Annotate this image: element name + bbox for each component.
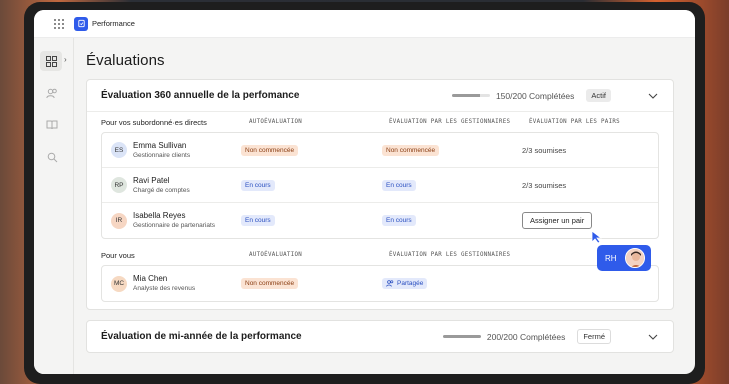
progress-bar — [451, 94, 490, 97]
person-role: Analyste des revenus — [133, 285, 196, 292]
shared-label: Partagée — [397, 280, 424, 287]
performance-logo-icon — [74, 16, 88, 31]
status-pill-managers: En cours — [382, 215, 416, 226]
collaborator-initials: RH — [605, 253, 617, 263]
status-pill-managers: En cours — [382, 179, 416, 191]
avatar: IR — [111, 212, 127, 229]
column-header-self: AUTOÉVALUATION — [249, 119, 303, 125]
person-role: Gestionnaire clients — [133, 151, 191, 159]
person-info: Emma Sullivan Gestionnaire clients — [133, 140, 250, 161]
review-card-header[interactable]: Évaluation de mi-année de la performance… — [87, 321, 673, 352]
avatar: MC — [111, 275, 127, 292]
sidebar: › — [34, 38, 74, 374]
people-icon — [386, 280, 394, 287]
column-header-self: AUTOÉVALUATION — [249, 252, 303, 258]
collaborator-tag: RH — [597, 245, 651, 271]
avatar: RP — [111, 177, 127, 193]
app-screen: Performance › Évaluations Évaluation 360… — [34, 10, 695, 374]
peer-status-text: 2/3 soumises — [522, 145, 567, 155]
page-title: Évaluations — [86, 52, 165, 69]
person-name: Emma Sullivan — [133, 140, 187, 150]
section-label: Pour vos subordonné·es directs — [101, 117, 207, 127]
person-info: Isabella Reyes Gestionnaire de partenari… — [133, 210, 250, 231]
progress-text: 200/200 Complétées — [486, 331, 566, 342]
table-row[interactable]: ES Emma Sullivan Gestionnaire clients No… — [102, 133, 658, 168]
top-bar: Performance — [34, 10, 695, 38]
table-row[interactable]: RP Ravi Patel Chargé de comptes En cours… — [102, 168, 658, 203]
app-name: Performance — [92, 19, 135, 28]
status-pill-self: Non commencée — [241, 144, 299, 156]
person-name: Isabella Reyes — [133, 211, 186, 220]
sidebar-expand-chevron-icon[interactable]: › — [64, 55, 67, 64]
review-title: Évaluation de mi-année de la performance — [101, 331, 302, 342]
cursor-pointer-icon — [591, 230, 603, 244]
review-card-header[interactable]: Évaluation 360 annuelle de la perfomance… — [87, 80, 673, 112]
completion-progress: 150/200 Complétées — [451, 90, 575, 101]
review-card-midyear: Évaluation de mi-année de la performance… — [86, 320, 674, 353]
people-icon[interactable] — [44, 85, 60, 101]
person-name: Ravi Patel — [133, 175, 170, 185]
self-table: MC Mia Chen Analyste des revenus Non com… — [101, 265, 659, 302]
column-header-peers: ÉVALUATION PAR LES PAIRS — [529, 119, 620, 125]
status-badge: Actif — [586, 89, 611, 102]
search-icon[interactable] — [44, 149, 60, 165]
section-header-you: Pour vous AUTOÉVALUATION ÉVALUATION PAR … — [87, 245, 673, 265]
reports-table: ES Emma Sullivan Gestionnaire clients No… — [101, 132, 659, 239]
progress-text: 150/200 Complétées — [495, 90, 575, 101]
avatar: ES — [111, 142, 127, 158]
review-title: Évaluation 360 annuelle de la perfomance — [101, 90, 300, 101]
device-frame: Performance › Évaluations Évaluation 360… — [24, 2, 705, 384]
status-pill-managers: Partagée — [382, 278, 428, 289]
person-role: Chargé de comptes — [133, 186, 190, 194]
person-info: Mia Chen Analyste des revenus — [133, 273, 250, 294]
table-row[interactable]: MC Mia Chen Analyste des revenus Non com… — [102, 266, 658, 301]
review-card-annual: Évaluation 360 annuelle de la perfomance… — [86, 79, 674, 310]
status-pill-self: En cours — [241, 215, 275, 226]
status-pill-self: En cours — [241, 179, 275, 191]
assign-peer-button[interactable]: Assigner un pair — [522, 212, 593, 229]
main-content: Évaluations Évaluation 360 annuelle de l… — [86, 38, 686, 374]
app-grid-icon[interactable] — [54, 18, 64, 29]
person-role: Gestionnaire de partenariats — [133, 222, 216, 229]
chevron-down-icon[interactable] — [647, 91, 659, 101]
status-pill-managers: Non commencée — [382, 144, 440, 156]
status-pill-self: Non commencée — [241, 278, 299, 289]
chevron-down-icon[interactable] — [647, 332, 659, 342]
progress-bar — [442, 335, 481, 338]
person-info: Ravi Patel Chargé de comptes — [133, 175, 250, 196]
book-icon[interactable] — [44, 117, 60, 133]
section-header-reports: Pour vos subordonné·es directs AUTOÉVALU… — [87, 112, 673, 132]
dashboard-icon[interactable] — [40, 51, 62, 71]
progress-bar-fill — [451, 94, 481, 97]
progress-bar-fill — [442, 335, 481, 338]
column-header-managers: ÉVALUATION PAR LES GESTIONNAIRES — [389, 119, 511, 125]
column-header-managers: ÉVALUATION PAR LES GESTIONNAIRES — [389, 252, 511, 258]
collaborator-avatar — [625, 248, 645, 268]
status-badge: Fermé — [577, 329, 611, 344]
section-label: Pour vous — [101, 250, 135, 260]
person-name: Mia Chen — [133, 274, 168, 283]
peer-status-text: 2/3 soumises — [522, 180, 567, 190]
table-row[interactable]: IR Isabella Reyes Gestionnaire de parten… — [102, 203, 658, 238]
completion-progress: 200/200 Complétées — [442, 331, 566, 342]
